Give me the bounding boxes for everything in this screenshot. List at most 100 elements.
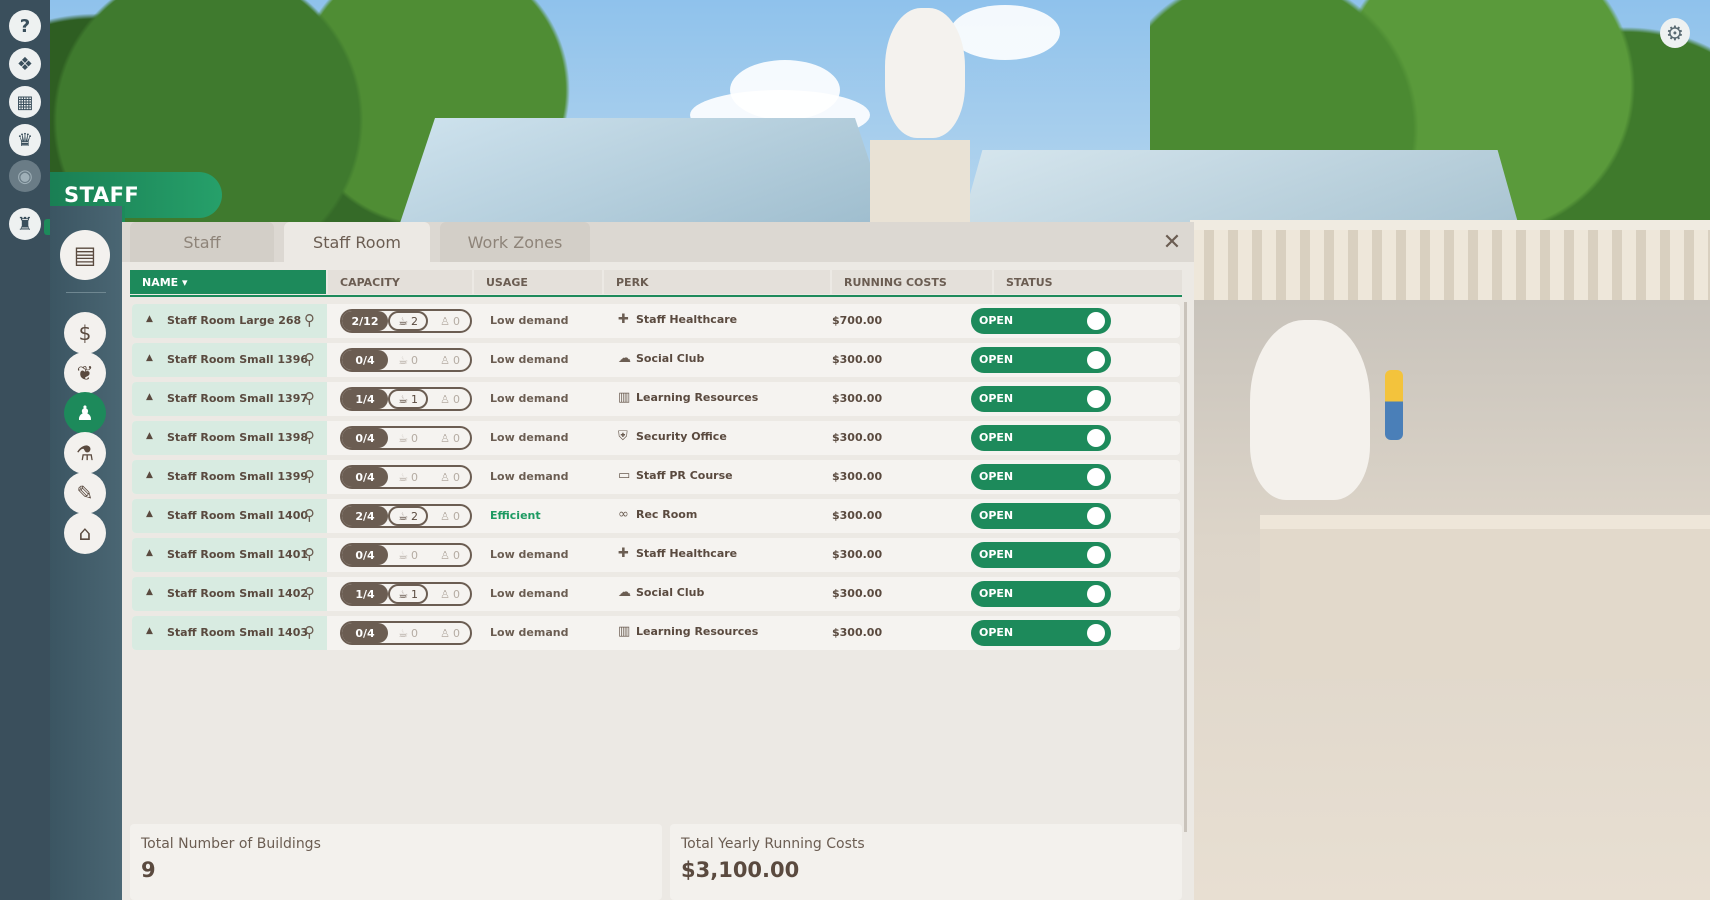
caret-up-icon[interactable]: ▲ — [146, 431, 153, 441]
scrollbar[interactable] — [1184, 302, 1187, 832]
staff-icon[interactable]: ♟ — [64, 392, 106, 434]
caret-up-icon[interactable]: ▲ — [146, 392, 153, 402]
coffee-icon: ☕ — [398, 353, 408, 367]
location-pin-icon[interactable]: ⚲ — [304, 545, 315, 563]
staff-alert-icon[interactable]: ♜ — [9, 208, 41, 240]
staff-sidebar: ▤ $ ❦ ♟ ⚗ ✎ ⌂ — [50, 206, 125, 900]
column-header-perk[interactable]: PERK — [604, 270, 830, 294]
staff-room-name: Staff Room Large 268 — [167, 314, 302, 327]
usage-text: Low demand — [490, 470, 569, 483]
perk-text: Learning Resources — [636, 391, 759, 404]
training-count-value: 0 — [452, 392, 460, 406]
location-pin-icon[interactable]: ⚲ — [304, 350, 315, 368]
capacity-count: 0/4 — [342, 350, 388, 370]
table-row[interactable]: ▲ Staff Room Small 1403 ⚲ 0/4 ☕ 0 ♙ 0 Low … — [132, 616, 1180, 650]
caret-up-icon[interactable]: ▲ — [146, 509, 153, 519]
table-row[interactable]: ▲ Staff Room Small 1397 ⚲ 1/4 ☕ 1 ♙ 0 Low … — [132, 382, 1180, 416]
graduation-cap-icon: ♙ — [440, 431, 450, 445]
column-header-running-costs[interactable]: RUNNING COSTS — [832, 270, 992, 294]
total-buildings-label: Total Number of Buildings — [141, 836, 321, 852]
perk-text: Staff Healthcare — [636, 547, 738, 560]
status-toggle[interactable]: OPEN — [971, 425, 1111, 451]
graduation-cap-icon: ♙ — [440, 392, 450, 406]
status-label: OPEN — [979, 626, 1014, 639]
staff-room-name: Staff Room Small 1403 — [167, 626, 309, 639]
capacity-indicator: 0/4 ☕ 0 ♙ 0 — [340, 621, 472, 645]
training-count-value: 0 — [452, 470, 460, 484]
training-count-value: 0 — [452, 314, 460, 328]
staff-room-panel: Staff Staff Room Work Zones ✕ NAME ▾ CAP… — [122, 222, 1194, 900]
location-pin-icon[interactable]: ⚲ — [304, 389, 315, 407]
status-toggle[interactable]: OPEN — [971, 620, 1111, 646]
column-header-status[interactable]: STATUS — [994, 270, 1182, 294]
status-toggle[interactable]: OPEN — [971, 503, 1111, 529]
location-pin-icon[interactable]: ⚲ — [304, 311, 315, 329]
name-cell: ▲ Staff Room Small 1403 ⚲ — [132, 616, 327, 650]
coffee-icon: ☕ — [398, 470, 408, 484]
visibility-icon[interactable]: ◉ — [9, 160, 41, 192]
status-toggle[interactable]: OPEN — [971, 347, 1111, 373]
toggle-knob — [1087, 390, 1105, 408]
research-icon[interactable]: ⚗ — [64, 432, 106, 474]
caret-up-icon[interactable]: ▲ — [146, 353, 153, 363]
table-row[interactable]: ▲ Staff Room Small 1399 ⚲ 0/4 ☕ 0 ♙ 0 Low … — [132, 460, 1180, 494]
table-row[interactable]: ▲ Staff Room Large 268 ⚲ 2/12 ☕ 2 ♙ 0 Low … — [132, 304, 1180, 338]
animals-icon[interactable]: ❖ — [9, 48, 41, 80]
usage-text: Low demand — [490, 626, 569, 639]
status-label: OPEN — [979, 509, 1014, 522]
status-toggle[interactable]: OPEN — [971, 464, 1111, 490]
header-divider — [130, 295, 1182, 297]
status-toggle[interactable]: OPEN — [971, 542, 1111, 568]
caret-up-icon[interactable]: ▲ — [146, 470, 153, 480]
column-header-name[interactable]: NAME ▾ — [130, 270, 326, 294]
location-pin-icon[interactable]: ⚲ — [304, 467, 315, 485]
location-pin-icon[interactable]: ⚲ — [304, 584, 315, 602]
perk-text: Learning Resources — [636, 625, 759, 638]
staff-room-name: Staff Room Small 1398 — [167, 431, 309, 444]
table-row[interactable]: ▲ Staff Room Small 1401 ⚲ 0/4 ☕ 0 ♙ 0 Low … — [132, 538, 1180, 572]
finance-icon[interactable]: $ — [64, 312, 106, 354]
close-icon[interactable]: ✕ — [1158, 228, 1186, 256]
calendar-icon[interactable]: ▦ — [9, 86, 41, 118]
name-cell: ▲ Staff Room Small 1400 ⚲ — [132, 499, 327, 533]
table-row[interactable]: ▲ Staff Room Small 1400 ⚲ 2/4 ☕ 2 ♙ 0 Effi… — [132, 499, 1180, 533]
trophy-icon[interactable]: ♛ — [9, 124, 41, 156]
column-header-capacity[interactable]: CAPACITY — [328, 270, 472, 294]
gear-icon[interactable]: ⚙ — [1660, 18, 1690, 48]
tab-work-zones[interactable]: Work Zones — [440, 222, 590, 262]
tab-staff-room[interactable]: Staff Room — [284, 222, 430, 262]
book-icon: ▥ — [618, 624, 631, 639]
cross-icon: ✚ — [618, 312, 629, 327]
caret-up-icon[interactable]: ▲ — [146, 626, 153, 636]
capacity-count: 2/4 — [342, 506, 388, 526]
capacity-count: 0/4 — [342, 428, 388, 448]
caret-up-icon[interactable]: ▲ — [146, 548, 153, 558]
table-row[interactable]: ▲ Staff Room Small 1398 ⚲ 0/4 ☕ 0 ♙ 0 Low … — [132, 421, 1180, 455]
location-pin-icon[interactable]: ⚲ — [304, 623, 315, 641]
caret-up-icon[interactable]: ▲ — [146, 314, 153, 324]
tab-staff[interactable]: Staff — [130, 222, 274, 262]
staff-room-name: Staff Room Small 1401 — [167, 548, 309, 561]
capacity-indicator: 0/4 ☕ 0 ♙ 0 — [340, 426, 472, 450]
clipboard-icon[interactable]: ▤ — [60, 230, 110, 280]
staff-count-value: 1 — [410, 392, 418, 406]
location-pin-icon[interactable]: ⚲ — [304, 506, 315, 524]
graduation-cap-icon: ♙ — [440, 548, 450, 562]
name-cell: ▲ Staff Room Small 1401 ⚲ — [132, 538, 327, 572]
column-header-usage[interactable]: USAGE — [474, 270, 602, 294]
caret-up-icon[interactable]: ▲ — [146, 587, 153, 597]
status-toggle[interactable]: OPEN — [971, 308, 1111, 334]
capacity-count: 0/4 — [342, 467, 388, 487]
status-toggle[interactable]: OPEN — [971, 386, 1111, 412]
shop-icon[interactable]: ⌂ — [64, 512, 106, 554]
divider — [66, 292, 106, 293]
paw-icon[interactable]: ❦ — [64, 352, 106, 394]
table-row[interactable]: ▲ Staff Room Small 1396 ⚲ 0/4 ☕ 0 ♙ 0 Low … — [132, 343, 1180, 377]
location-pin-icon[interactable]: ⚲ — [304, 428, 315, 446]
greenhouse-roof — [960, 150, 1520, 230]
wrench-icon[interactable]: ✎ — [64, 472, 106, 514]
capacity-indicator: 1/4 ☕ 1 ♙ 0 — [340, 387, 472, 411]
status-toggle[interactable]: OPEN — [971, 581, 1111, 607]
help-icon[interactable]: ? — [9, 10, 41, 42]
table-row[interactable]: ▲ Staff Room Small 1402 ⚲ 1/4 ☕ 1 ♙ 0 Low … — [132, 577, 1180, 611]
